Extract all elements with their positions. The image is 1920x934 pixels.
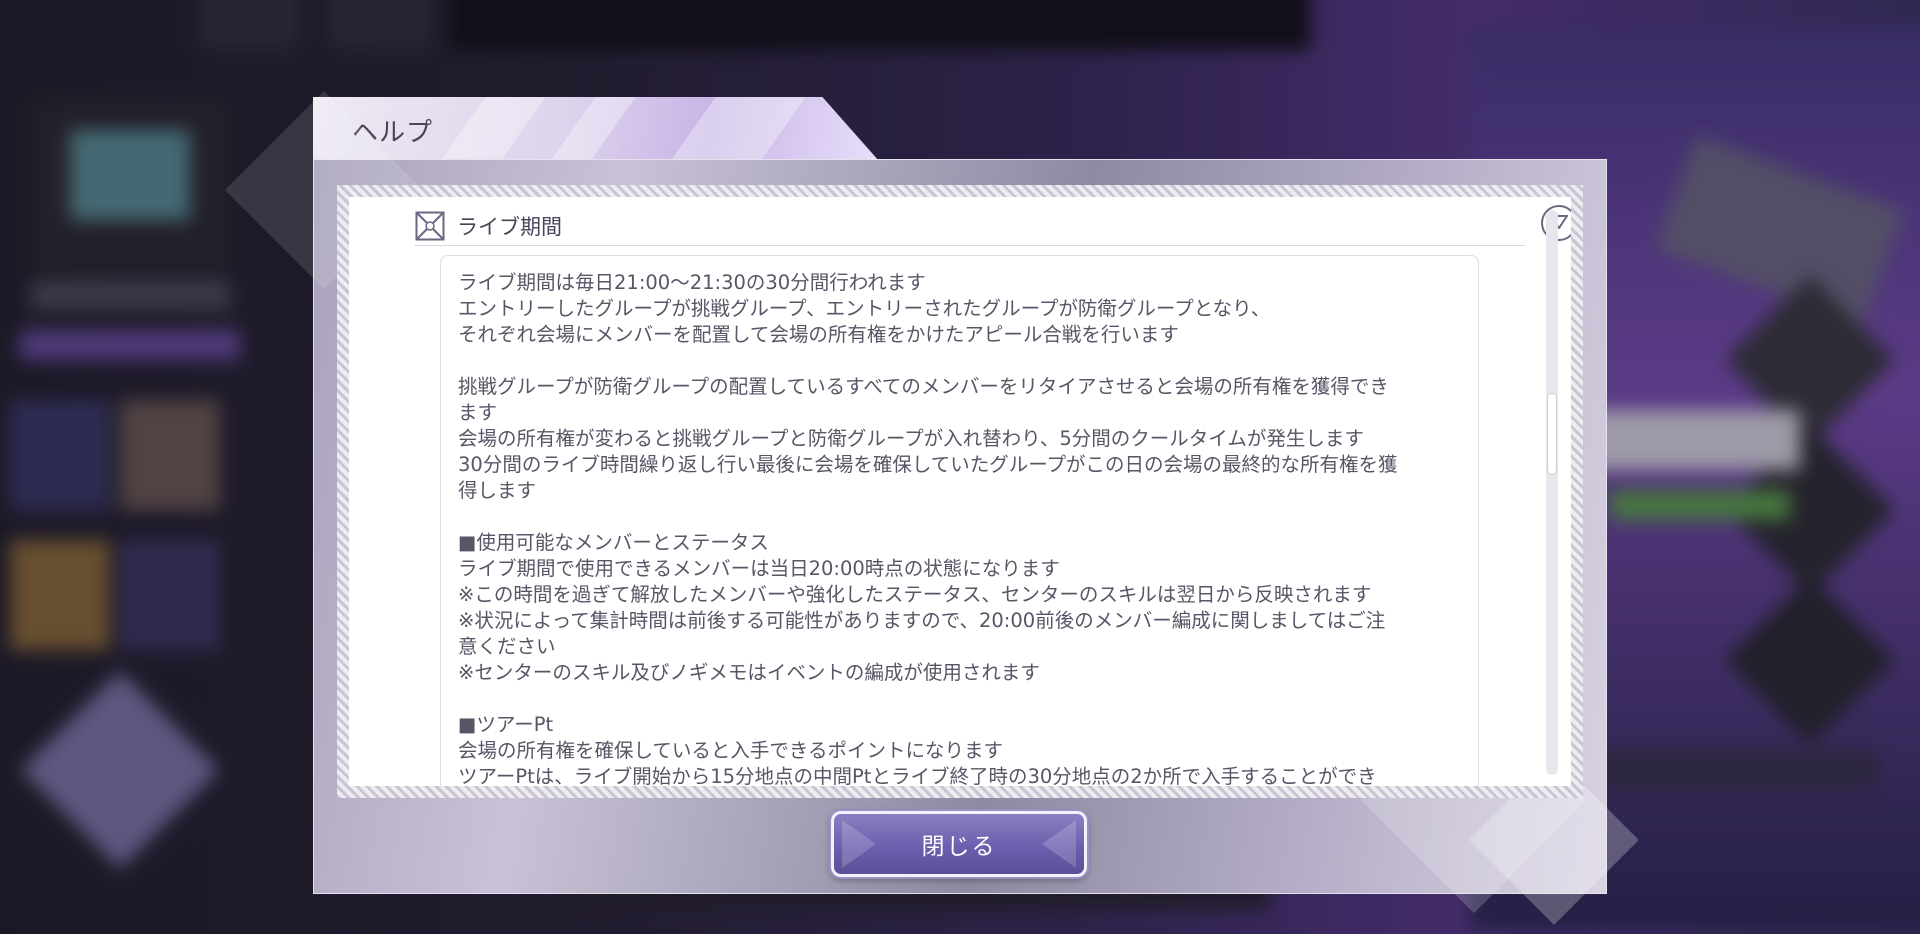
- help-line: ライブ期間で使用できるメンバーは当日20:00時点の状態になります: [458, 557, 1060, 580]
- help-scrollbar[interactable]: [1546, 210, 1558, 775]
- button-deco: [1042, 820, 1076, 868]
- help-line: ツアーPtは、ライブ開始から15分地点の中間Ptとライブ終了時の30分地点の2か…: [458, 765, 1377, 786]
- help-line: [458, 504, 1468, 530]
- help-line: 得します: [458, 479, 537, 502]
- crossed-box-icon: [415, 211, 445, 241]
- help-line: 会場の所有権を確保していると入手できるポイントになります: [458, 739, 1004, 762]
- help-line: 挑戦グループが防衛グループの配置しているすべてのメンバーをリタイアさせると会場の…: [458, 375, 1389, 398]
- help-line: ※状況によって集計時間は前後する可能性がありますので、20:00前後のメンバー編…: [458, 609, 1386, 632]
- help-line: 会場の所有権が変わると挑戦グループと防衛グループが入れ替わり、5分間のクールタイ…: [458, 427, 1364, 450]
- help-line: ※センターのスキル及びノギメモはイベントの編成が使用されます: [458, 661, 1040, 684]
- help-text-box[interactable]: ライブ期間は毎日21:00～21:30の30分間行われます エントリーしたグルー…: [440, 255, 1479, 786]
- help-line: 意ください: [458, 635, 556, 658]
- close-button[interactable]: 閉じる: [831, 811, 1087, 877]
- help-line: ます: [458, 401, 498, 424]
- help-line: [458, 348, 1468, 374]
- help-line: ■使用可能なメンバーとステータス: [458, 531, 769, 554]
- help-line: エントリーしたグループが挑戦グループ、エントリーされたグループが防衛グループとな…: [458, 297, 1271, 320]
- section-title: ライブ期間: [457, 215, 562, 239]
- help-line: ※この時間を過ぎて解放したメンバーや強化したステータス、センターのスキルは翌日か…: [458, 583, 1372, 606]
- help-line: 30分間のライブ時間繰り返し行い最後に会場を確保していたグループがこの日の会場の…: [458, 453, 1398, 476]
- scrollbar-thumb[interactable]: [1548, 394, 1556, 474]
- help-text: ライブ期間は毎日21:00～21:30の30分間行われます エントリーしたグルー…: [458, 270, 1468, 786]
- help-line: ライブ期間は毎日21:00～21:30の30分間行われます: [458, 271, 926, 294]
- button-deco: [842, 820, 876, 868]
- close-button-label: 閉じる: [921, 834, 997, 860]
- help-line: ■ツアーPt: [458, 713, 554, 736]
- section-header: ライブ期間: [415, 205, 1571, 246]
- help-panel: ライブ期間 ライブ期間は毎日21:00～21:30の30分間行われます エントリ…: [349, 197, 1571, 786]
- help-line: それぞれ会場にメンバーを配置して会場の所有権をかけたアピール合戦を行います: [458, 323, 1179, 346]
- help-line: [458, 686, 1468, 712]
